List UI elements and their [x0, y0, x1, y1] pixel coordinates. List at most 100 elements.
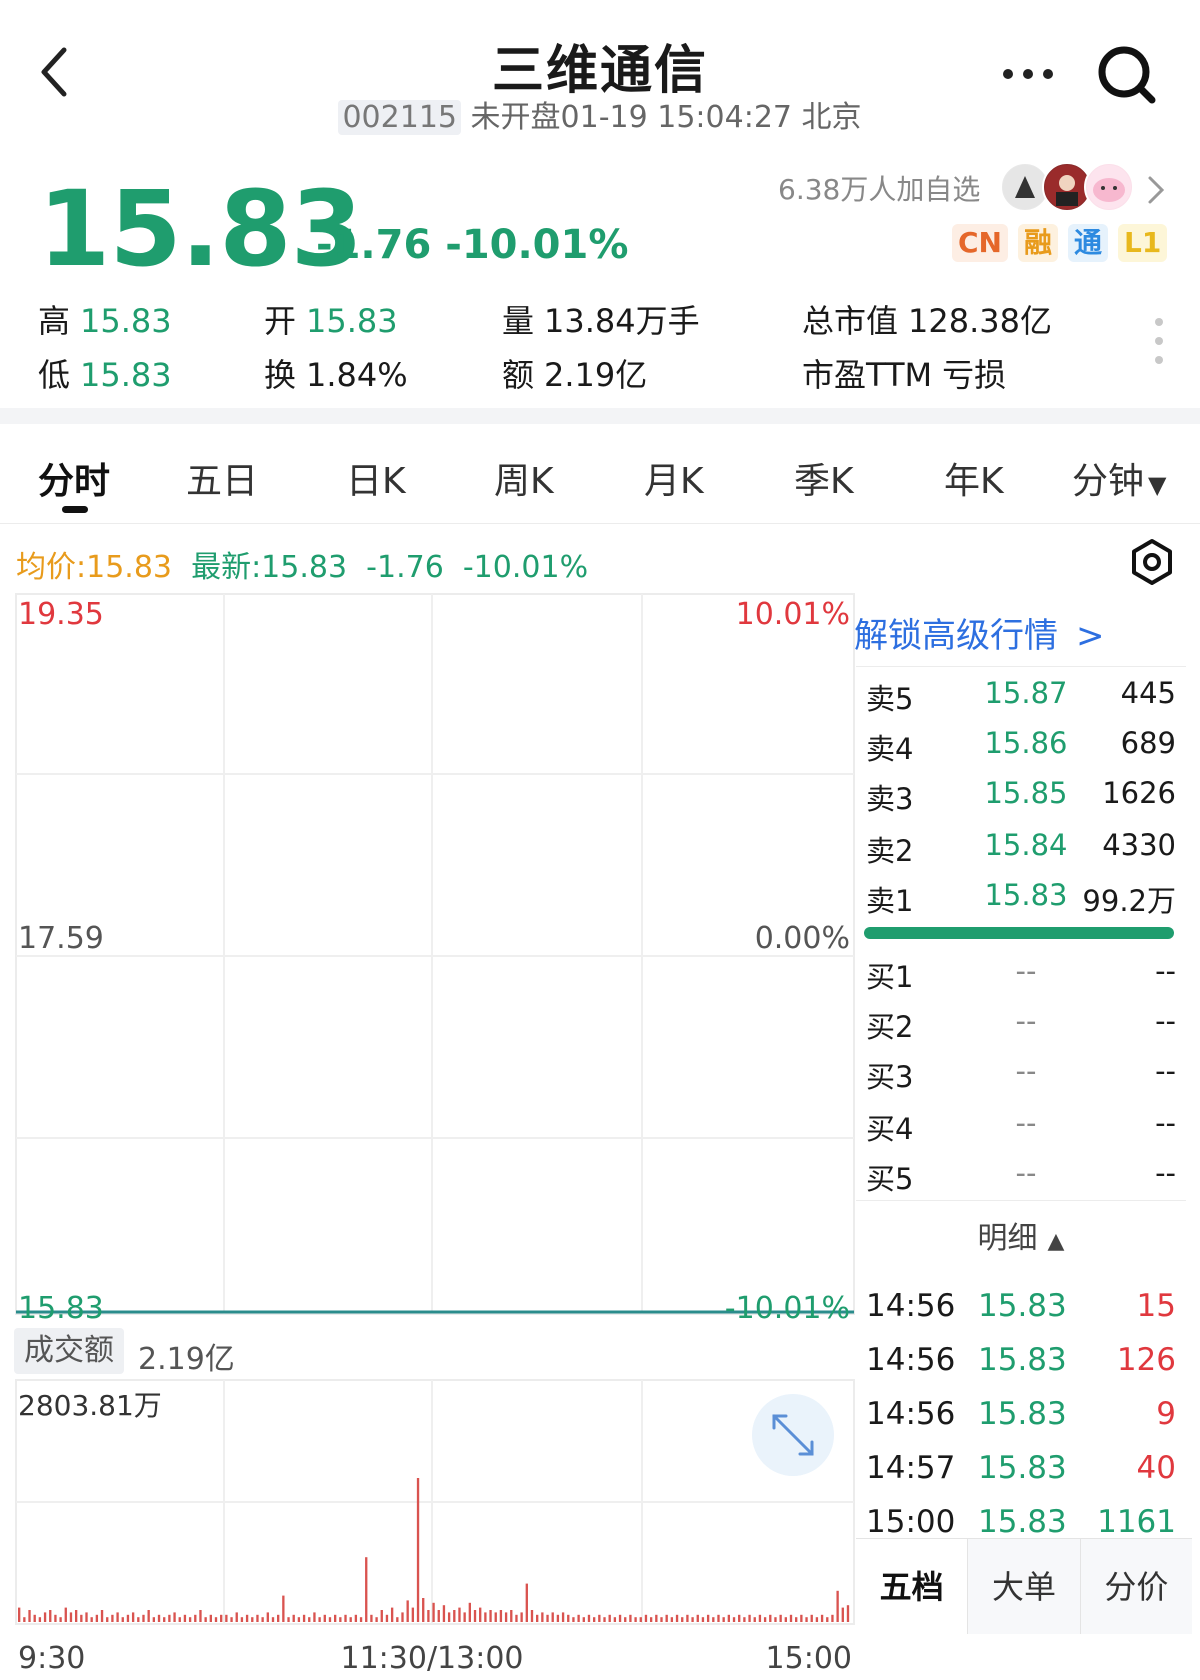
bid-row[interactable]: 买3 -- -- — [866, 1054, 1176, 1094]
volume-bar — [209, 1614, 212, 1622]
volume-bar — [416, 1478, 420, 1622]
orderbook-tabs: 五档 大单 分价 — [856, 1538, 1192, 1634]
ask-row[interactable]: 卖2 15.84 4330 — [866, 828, 1176, 868]
volume-bar — [235, 1612, 238, 1622]
volume-bar — [800, 1614, 803, 1622]
volume-bar — [815, 1617, 819, 1622]
expand-stats-icon[interactable] — [1150, 316, 1168, 366]
tab-five-day[interactable]: 五日 — [186, 452, 258, 504]
volume-bar — [484, 1612, 487, 1622]
bid-row[interactable]: 买4 -- -- — [866, 1106, 1176, 1146]
search-icon[interactable] — [1094, 42, 1160, 108]
volume-bar — [722, 1617, 725, 1622]
volume-total: 2.19亿 — [138, 1342, 235, 1377]
volume-bar — [447, 1612, 451, 1622]
volume-bar — [665, 1614, 668, 1622]
volume-bar — [732, 1617, 736, 1622]
volume-bar — [603, 1617, 606, 1622]
volume-bar — [370, 1614, 373, 1622]
volume-bar — [717, 1614, 720, 1622]
follower-avatars[interactable] — [1000, 162, 1134, 212]
stat-low: 低 15.83 — [38, 356, 172, 394]
bid-row[interactable]: 买5 -- -- — [866, 1156, 1176, 1196]
volume-bar — [479, 1607, 482, 1622]
chevron-right-icon[interactable] — [1144, 172, 1168, 208]
volume-bar — [375, 1617, 378, 1622]
volume-bar — [333, 1614, 337, 1622]
volume-bar — [831, 1614, 834, 1622]
volume-bar — [629, 1614, 632, 1622]
volume-bar — [473, 1610, 477, 1622]
tab-daily-k[interactable]: 日K — [346, 452, 406, 504]
ask-row[interactable]: 卖4 15.86 689 — [866, 726, 1176, 766]
average-price: 均价:15.83 — [16, 550, 172, 585]
volume-bar — [59, 1617, 62, 1622]
volume-bar — [266, 1612, 269, 1622]
tab-price-distribution[interactable]: 分价 — [1081, 1539, 1192, 1634]
volume-bar — [38, 1617, 42, 1622]
volume-bar — [598, 1614, 601, 1622]
x-label-close: 15:00 — [766, 1641, 852, 1676]
volume-bar — [28, 1610, 31, 1622]
volume-bar — [458, 1607, 461, 1622]
volume-bar — [365, 1557, 368, 1622]
volume-bar — [277, 1614, 280, 1622]
badge-cn: CN — [952, 224, 1008, 262]
ask-row[interactable]: 卖5 15.87 445 — [866, 676, 1176, 716]
volume-bar — [54, 1614, 57, 1622]
volume-bar — [261, 1617, 264, 1622]
volume-bar — [121, 1617, 124, 1622]
volume-bar — [463, 1612, 466, 1622]
unlock-advanced-quotes-link[interactable]: 解锁高级行情 > — [854, 608, 1184, 656]
trade-row: 14:56 15.83 15 — [866, 1288, 1176, 1324]
tab-five-levels[interactable]: 五档 — [856, 1539, 969, 1634]
volume-bar — [126, 1614, 130, 1622]
tab-intraday[interactable]: 分时 — [38, 452, 110, 504]
volume-bar — [422, 1598, 425, 1622]
latest-change: -1.76 — [366, 550, 444, 585]
stat-turnover-rate: 换 1.84% — [264, 356, 408, 394]
ask-row[interactable]: 卖1 15.83 99.2万 — [866, 878, 1176, 918]
more-options-icon[interactable] — [1000, 56, 1056, 92]
volume-bar — [613, 1617, 617, 1622]
volume-bar — [173, 1612, 176, 1622]
volume-bar — [686, 1614, 689, 1622]
volume-bar — [188, 1617, 192, 1622]
volume-bar — [225, 1614, 228, 1622]
volume-bar — [256, 1614, 259, 1622]
bid-row[interactable]: 买2 -- -- — [866, 1004, 1176, 1044]
tab-weekly-k[interactable]: 周K — [494, 452, 554, 504]
chart-period-tabs: 分时 五日 日K 周K 月K 季K 年K 分钟 ▼ — [0, 424, 1200, 524]
volume-bar — [836, 1590, 839, 1622]
trade-detail-header[interactable]: 明细 ▲ — [856, 1200, 1186, 1256]
volume-bar — [287, 1617, 290, 1622]
tab-minute[interactable]: 分钟 ▼ — [1072, 452, 1166, 504]
bid-row[interactable]: 买1 -- -- — [866, 954, 1176, 994]
volume-bar — [271, 1617, 275, 1622]
chart-settings-icon[interactable] — [1128, 538, 1176, 586]
volume-bar — [302, 1614, 306, 1622]
volume-bar — [541, 1612, 544, 1622]
volume-bar — [572, 1617, 575, 1622]
volume-bar — [510, 1610, 513, 1622]
volume-bar — [214, 1617, 218, 1622]
volume-bar — [339, 1617, 342, 1622]
caret-up-icon: ▲ — [1047, 1229, 1065, 1254]
volume-bar — [453, 1610, 456, 1622]
watchlist-count[interactable]: 6.38万人加自选 — [778, 168, 980, 208]
volume-bar — [712, 1617, 715, 1622]
volume-bar — [727, 1614, 731, 1622]
tab-yearly-k[interactable]: 年K — [944, 452, 1004, 504]
stock-code: 002115 — [338, 100, 461, 135]
tab-quarterly-k[interactable]: 季K — [794, 452, 854, 504]
volume-bar — [437, 1610, 440, 1622]
ask-row[interactable]: 卖3 15.85 1626 — [866, 776, 1176, 816]
tab-large-orders[interactable]: 大单 — [968, 1539, 1081, 1634]
volume-bar — [292, 1614, 295, 1622]
volume-bar — [743, 1617, 746, 1622]
fullscreen-expand-icon[interactable] — [752, 1394, 834, 1476]
volume-bar — [779, 1614, 782, 1622]
volume-bar — [738, 1614, 741, 1622]
tab-monthly-k[interactable]: 月K — [644, 452, 704, 504]
volume-bar — [18, 1607, 21, 1622]
